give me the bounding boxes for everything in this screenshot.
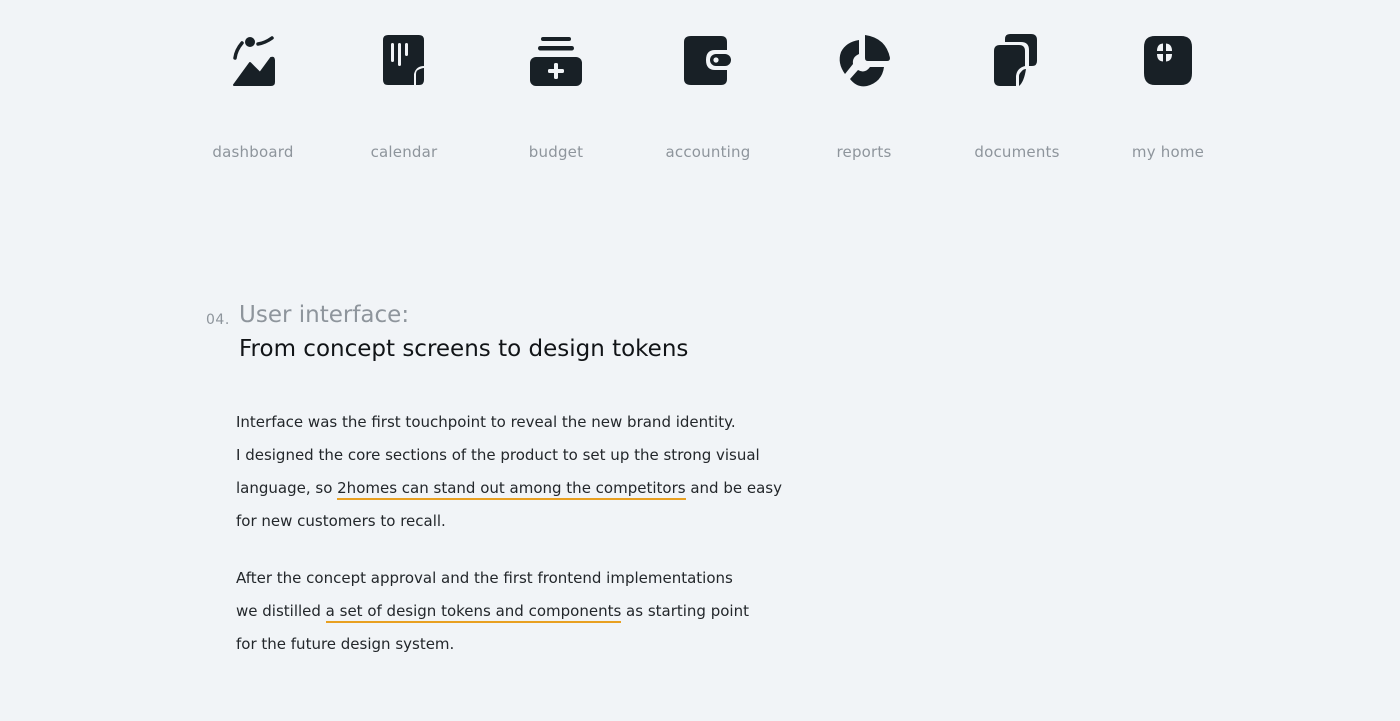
icon-label: dashboard — [212, 143, 294, 161]
highlighted-phrase: 2homes can stand out among the competito… — [337, 479, 686, 500]
text-line: After the concept approval and the first… — [236, 562, 836, 595]
body-copy: Interface was the first touchpoint to re… — [236, 406, 836, 661]
highlighted-phrase: a set of design tokens and components — [325, 602, 622, 623]
sticky-note-columns-icon — [374, 30, 434, 90]
stacked-pages-icon — [987, 30, 1047, 90]
paragraph-intro: Interface was the first touchpoint to re… — [236, 406, 836, 538]
icon-item-accounting: accounting — [633, 30, 783, 161]
icon-label: calendar — [370, 143, 438, 161]
mountain-chart-icon — [223, 30, 283, 90]
icon-label: documents — [974, 143, 1060, 161]
text-segment: for new customers to recall. — [236, 512, 446, 530]
icon-label: budget — [528, 143, 584, 161]
icon-item-dashboard: dashboard — [178, 30, 328, 161]
text-line: Interface was the first touchpoint to re… — [236, 406, 836, 439]
section-number: 04. — [206, 312, 230, 328]
text-segment: for the future design system. — [236, 635, 455, 653]
text-segment: language, so — [236, 479, 338, 497]
window-grid-icon — [1138, 30, 1198, 90]
icon-label: accounting — [665, 143, 751, 161]
icon-label: reports — [836, 143, 892, 161]
text-segment: Interface was the first touchpoint to re… — [236, 413, 736, 431]
text-segment: we distilled — [236, 602, 326, 620]
icon-item-calendar: calendar — [329, 30, 479, 161]
text-segment: After the concept approval and the first… — [236, 569, 733, 587]
text-segment: and be easy — [685, 479, 782, 497]
section-title: From concept screens to design tokens — [239, 336, 689, 362]
stacked-add-box-icon — [526, 30, 586, 90]
section-kicker: User interface: — [239, 302, 410, 328]
text-line: we distilled a set of design tokens and … — [236, 595, 836, 628]
feature-icon-row: dashboard calendar budget accounting rep… — [0, 30, 1400, 170]
icon-item-reports: reports — [789, 30, 939, 161]
paragraph-design-tokens: After the concept approval and the first… — [236, 562, 836, 661]
wallet-icon — [678, 30, 738, 90]
text-segment: as starting point — [621, 602, 749, 620]
pie-chart-icon — [834, 30, 894, 90]
icon-item-budget: budget — [481, 30, 631, 161]
icon-item-documents: documents — [942, 30, 1092, 161]
text-segment: I designed the core sections of the prod… — [236, 446, 760, 464]
text-line: I designed the core sections of the prod… — [236, 439, 836, 472]
icon-label: my home — [1131, 143, 1205, 161]
icon-item-my-home: my home — [1093, 30, 1243, 161]
text-line: language, so 2homes can stand out among … — [236, 472, 836, 505]
text-line: for new customers to recall. — [236, 505, 836, 538]
text-line: for the future design system. — [236, 628, 836, 661]
